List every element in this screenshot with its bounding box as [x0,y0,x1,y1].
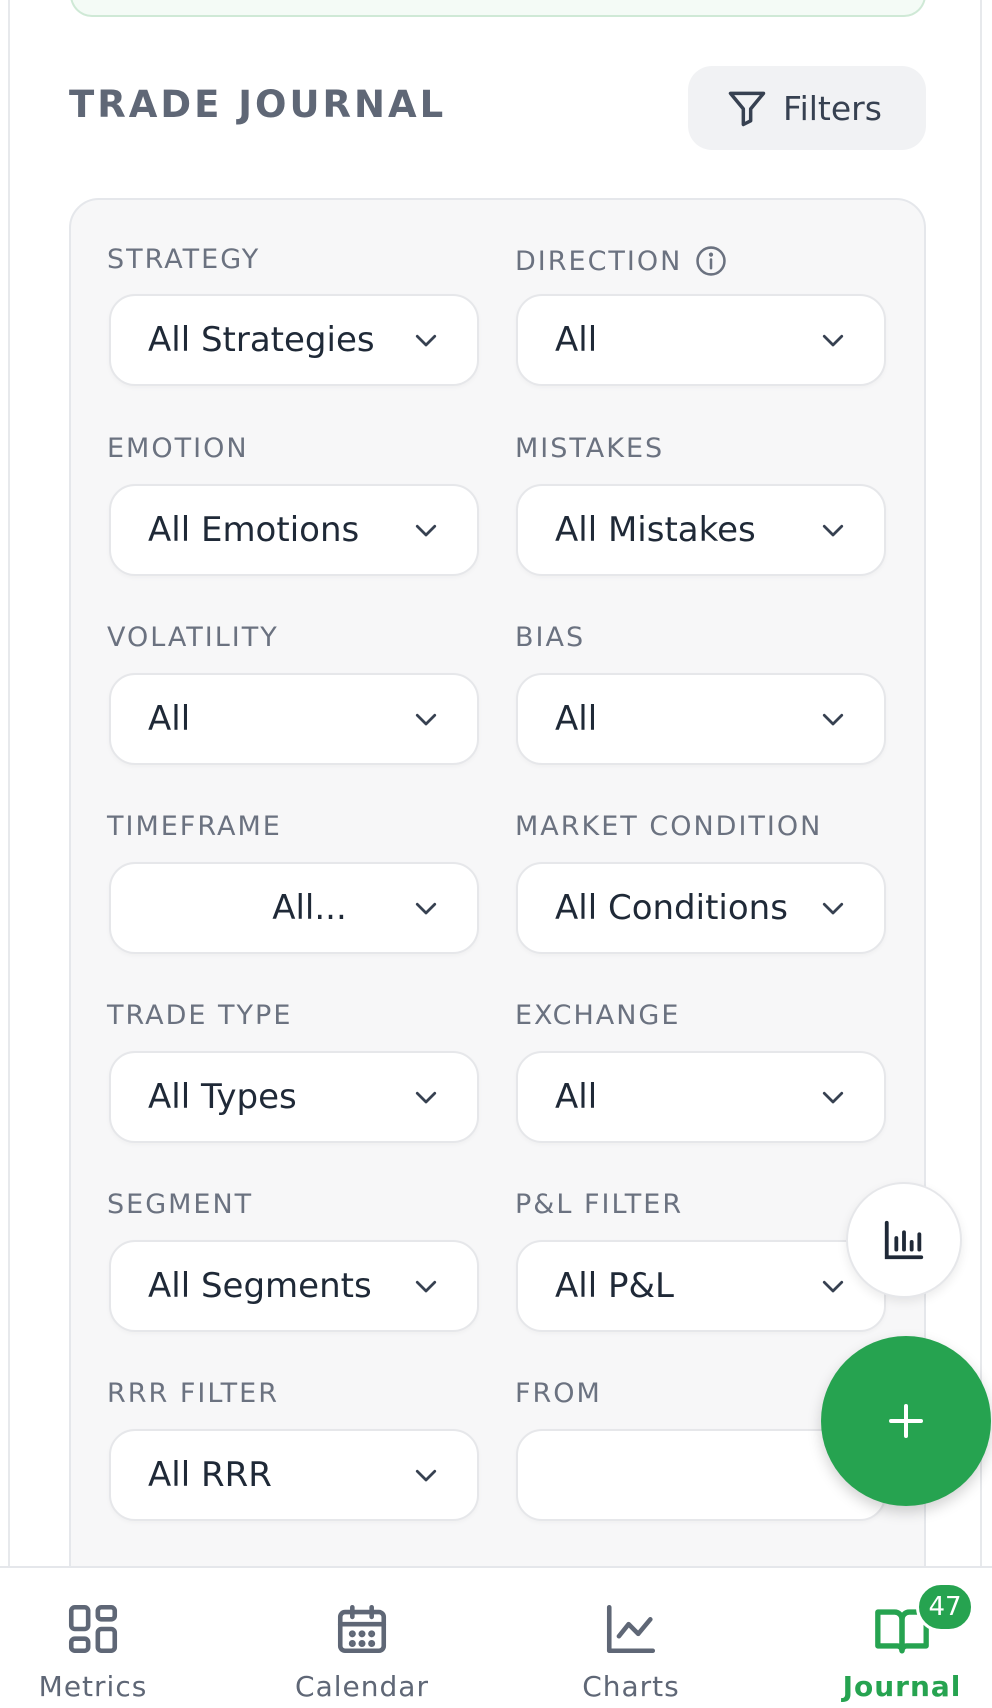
nav-item-calendar[interactable]: Calendar [272,1568,452,1708]
pnl-filter-select[interactable]: All P&L [516,1240,886,1332]
bias-select[interactable]: All [516,673,886,765]
mistakes-select[interactable]: All Mistakes [516,484,886,576]
rrr-filter-select[interactable]: All RRR [109,1429,479,1521]
strategy-value: All Strategies [148,320,375,360]
exchange-label: EXCHANGE [515,1000,681,1031]
chevron-down-icon [822,524,844,537]
pnl-filter-label: P&L FILTER [515,1189,684,1220]
nav-label-journal: Journal [842,1670,962,1703]
plus-icon [889,1404,923,1438]
stats-fab-button[interactable] [846,1182,962,1298]
segment-select[interactable]: All Segments [109,1240,479,1332]
chevron-down-icon [822,713,844,726]
nav-label-charts: Charts [582,1670,680,1703]
chevron-down-icon [415,1280,437,1293]
strategy-select[interactable]: All Strategies [109,294,479,386]
chevron-down-icon [415,334,437,347]
direction-label: DIRECTION [515,244,728,278]
chevron-down-icon [415,902,437,915]
bottom-nav: Metrics Calendar Charts Journal 47 [0,1566,992,1708]
nav-label-metrics: Metrics [38,1670,148,1703]
volatility-label: VOLATILITY [107,622,279,653]
market-condition-label: MARKET CONDITION [515,811,823,842]
notification-badge: 47 [916,1582,974,1632]
rrr-filter-label: RRR FILTER [107,1378,279,1409]
mistakes-value: All Mistakes [555,510,756,550]
nav-item-metrics[interactable]: Metrics [3,1568,183,1708]
segment-label: SEGMENT [107,1189,254,1220]
chevron-down-icon [822,334,844,347]
trade-type-value: All Types [148,1077,297,1117]
volatility-value: All [148,699,191,739]
chevron-down-icon [822,1091,844,1104]
chevron-down-icon [822,1280,844,1293]
filters-button[interactable]: Filters [688,66,926,150]
trade-type-label: TRADE TYPE [107,1000,293,1031]
nav-item-charts[interactable]: Charts [541,1568,721,1708]
nav-label-calendar: Calendar [295,1670,429,1703]
emotion-value: All Emotions [148,510,360,550]
strategy-label: STRATEGY [107,244,261,275]
timeframe-label: TIMEFRAME [107,811,282,842]
chevron-down-icon [822,902,844,915]
emotion-label: EMOTION [107,433,249,464]
section-title: TRADE JOURNAL [69,83,447,126]
bias-value: All [555,699,598,739]
direction-label-text: DIRECTION [515,245,683,277]
volatility-select[interactable]: All [109,673,479,765]
add-trade-button[interactable] [821,1336,991,1506]
rrr-filter-value: All RRR [148,1455,272,1495]
grid-icon [68,1604,118,1654]
funnel-icon [728,91,766,127]
mistakes-label: MISTAKES [515,433,665,464]
pnl-filter-value: All P&L [555,1266,674,1306]
nav-item-journal[interactable]: Journal 47 [812,1568,992,1708]
direction-value: All [555,320,598,360]
timeframe-value: All... [272,888,347,928]
exchange-select[interactable]: All [516,1051,886,1143]
calendar-icon [337,1604,387,1654]
filters-button-label: Filters [783,88,882,128]
bias-label: BIAS [515,622,586,653]
segment-value: All Segments [148,1266,372,1306]
from-label: FROM [515,1378,602,1409]
chevron-down-icon [415,1091,437,1104]
trade-type-select[interactable]: All Types [109,1051,479,1143]
exchange-value: All [555,1077,598,1117]
previous-card-edge [70,0,926,17]
timeframe-select[interactable]: All... [109,862,479,954]
chevron-down-icon [415,524,437,537]
direction-select[interactable]: All [516,294,886,386]
info-icon[interactable] [694,244,728,278]
chevron-down-icon [415,713,437,726]
emotion-select[interactable]: All Emotions [109,484,479,576]
market-condition-value: All Conditions [555,888,788,928]
market-condition-select[interactable]: All Conditions [516,862,886,954]
chevron-down-icon [415,1469,437,1482]
bar-chart-icon [884,1220,924,1260]
line-chart-icon [606,1604,656,1654]
